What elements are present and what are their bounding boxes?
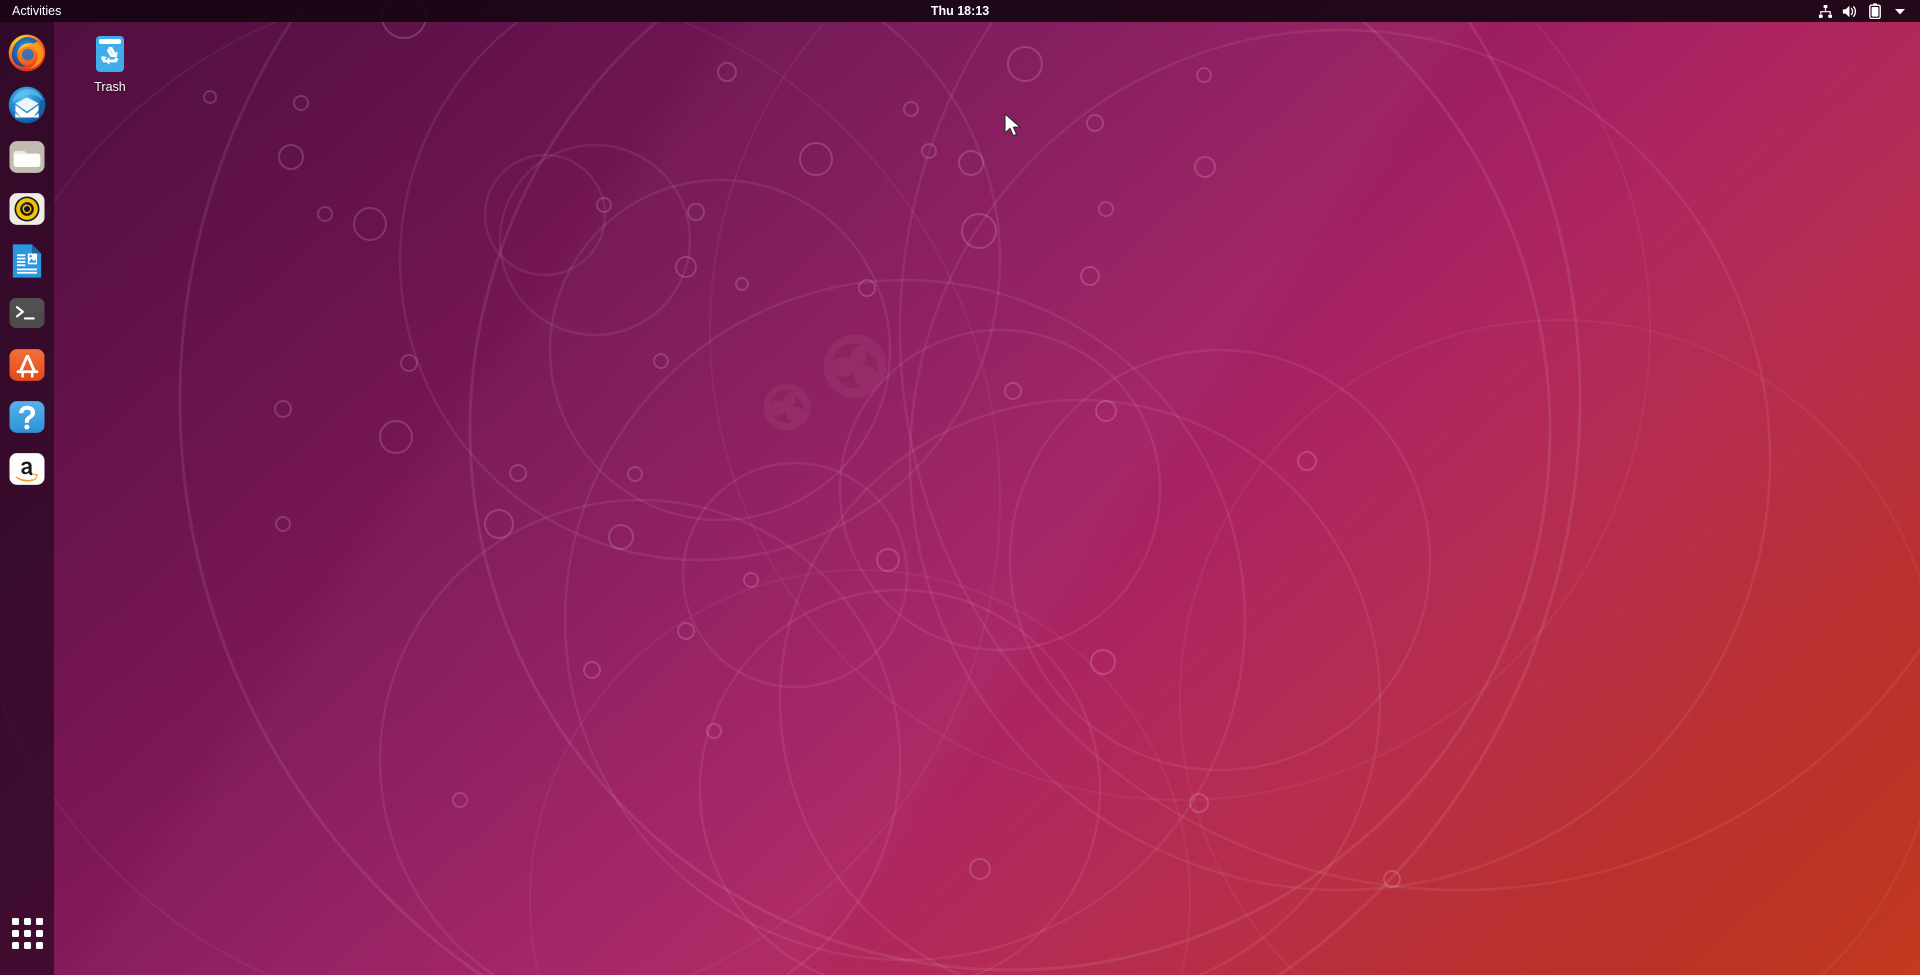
show-applications-button[interactable] [3,909,51,957]
volume-icon[interactable] [1842,0,1858,22]
help-icon [9,401,45,433]
desktop-icon-area[interactable]: Trash [54,22,1920,975]
dock-item-amazon[interactable] [3,445,51,493]
dock-app-list [3,29,51,493]
firefox-icon [8,34,46,72]
trash-icon [96,36,124,72]
chevron-down-icon[interactable] [1892,0,1908,22]
desktop-icon-trash[interactable]: Trash [60,28,160,96]
dock-item-thunderbird[interactable] [3,81,51,129]
grid-icon [11,917,43,949]
clock-menu[interactable]: Thu 18:13 [923,0,997,22]
terminal-icon [9,298,45,328]
dock-item-files[interactable] [3,133,51,181]
clock-container: Thu 18:13 [0,0,1920,22]
dock-item-firefox[interactable] [3,29,51,77]
activities-button[interactable]: Activities [2,0,71,22]
dock-item-ubuntu-software[interactable] [3,341,51,389]
dock-item-libreoffice-writer[interactable] [3,237,51,285]
ubuntu-software-icon [9,349,45,381]
network-icon[interactable] [1817,0,1833,22]
desktop-icon-label: Trash [94,80,126,94]
libreoffice-writer-icon [12,244,42,278]
dock [0,22,54,975]
dock-item-rhythmbox[interactable] [3,185,51,233]
dock-item-help[interactable] [3,393,51,441]
thunderbird-icon [8,86,46,124]
desktop-screen: Trash Activities Thu 18:13 [0,0,1920,975]
system-tray [1817,0,1916,22]
top-bar: Activities Thu 18:13 [0,0,1920,22]
rhythmbox-icon [9,193,45,225]
amazon-icon [9,453,45,485]
battery-icon[interactable] [1867,0,1883,22]
files-icon [9,141,45,173]
dock-item-terminal[interactable] [3,289,51,337]
